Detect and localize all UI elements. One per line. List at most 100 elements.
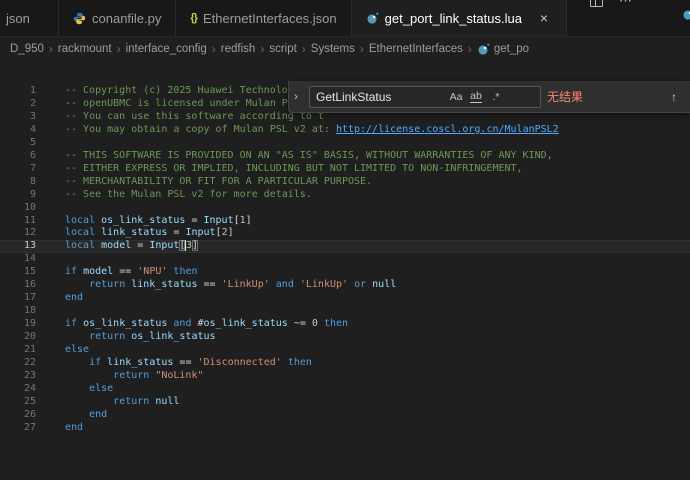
regex-icon[interactable]: .* — [486, 88, 506, 106]
line-content: -- You may obtain a copy of Mulan PSL v2… — [36, 124, 559, 137]
line-content: return link_status == 'LinkUp' and 'Link… — [36, 279, 396, 292]
breadcrumb-item-get_po[interactable]: get_po — [477, 43, 529, 56]
breadcrumb-item-label: rackmount — [58, 43, 112, 55]
code-line[interactable]: 24 else — [0, 383, 690, 396]
code-line[interactable]: 14 — [0, 253, 690, 266]
breadcrumb-item-Systems[interactable]: Systems — [311, 43, 355, 55]
code-line[interactable]: 17end — [0, 292, 690, 305]
tab-EthernetInterfaces.json[interactable]: {}EthernetInterfaces.json — [176, 0, 351, 36]
match-case-icon[interactable]: Aa — [446, 88, 466, 106]
code-line[interactable]: 6-- THIS SOFTWARE IS PROVIDED ON AN "AS … — [0, 150, 690, 163]
breadcrumb-item-interface_config[interactable]: interface_config — [126, 43, 207, 55]
editor-actions: ⋯ — [590, 0, 632, 8]
tab-label: get_port_link_status.lua — [385, 11, 522, 26]
lua-icon — [682, 8, 690, 21]
code-line[interactable]: 8-- MERCHANTABILITY OR FIT FOR A PARTICU… — [0, 176, 690, 189]
line-number: 22 — [0, 357, 36, 370]
line-number: 7 — [0, 163, 36, 176]
code-line[interactable]: 15if model == 'NPU' then — [0, 266, 690, 279]
python-icon — [73, 12, 86, 25]
code-line[interactable]: 27end — [0, 422, 690, 435]
line-number: 9 — [0, 189, 36, 202]
overflow-tab-lua-icon[interactable] — [682, 8, 690, 28]
line-number: 2 — [0, 98, 36, 111]
line-content: return os_link_status — [36, 331, 216, 344]
line-content: if os_link_status and #os_link_status ~=… — [36, 318, 348, 331]
line-content: -- THIS SOFTWARE IS PROVIDED ON AN "AS I… — [36, 150, 553, 163]
line-content: if link_status == 'Disconnected' then — [36, 357, 312, 370]
breadcrumb-item-label: D_950 — [10, 43, 44, 55]
code-line[interactable]: 22 if link_status == 'Disconnected' then — [0, 357, 690, 370]
line-number: 13 — [0, 240, 36, 253]
tab-conanfile.py[interactable]: conanfile.py — [59, 0, 176, 36]
line-content — [36, 305, 65, 318]
line-content: local link_status = Input[2] — [36, 227, 234, 240]
more-actions-icon[interactable]: ⋯ — [619, 0, 632, 5]
line-content: -- See the Mulan PSL v2 for more details… — [36, 189, 312, 202]
line-content: return "NoLink" — [36, 370, 204, 383]
code-line[interactable]: 16 return link_status == 'LinkUp' and 'L… — [0, 279, 690, 292]
lua-icon — [477, 43, 490, 56]
breadcrumb-separator: › — [47, 42, 55, 56]
breadcrumb-separator: › — [210, 42, 218, 56]
breadcrumb-item-label: script — [269, 43, 296, 55]
code-line[interactable]: 5 — [0, 137, 690, 150]
line-content — [36, 137, 65, 150]
code-line[interactable]: 10 — [0, 202, 690, 215]
lua-icon — [366, 12, 379, 25]
close-tab-icon[interactable]: × — [536, 10, 552, 26]
line-content: else — [36, 383, 113, 396]
line-number: 15 — [0, 266, 36, 279]
code-line[interactable]: 25 return null — [0, 396, 690, 409]
code-line[interactable]: 23 return "NoLink" — [0, 370, 690, 383]
line-content — [36, 202, 65, 215]
code-line[interactable]: 4-- You may obtain a copy of Mulan PSL v… — [0, 124, 690, 137]
code-line[interactable]: 20 return os_link_status — [0, 331, 690, 344]
line-content: -- EITHER EXPRESS OR IMPLIED, INCLUDING … — [36, 163, 523, 176]
line-content: else — [36, 344, 89, 357]
code-line[interactable]: 7-- EITHER EXPRESS OR IMPLIED, INCLUDING… — [0, 163, 690, 176]
line-content — [36, 253, 65, 266]
line-number: 18 — [0, 305, 36, 318]
tab-json[interactable]: json — [0, 0, 59, 36]
line-number: 19 — [0, 318, 36, 331]
breadcrumb-item-script[interactable]: script — [269, 43, 296, 55]
code-line[interactable]: 21else — [0, 344, 690, 357]
tab-label: json — [6, 11, 30, 26]
code-line[interactable]: 9-- See the Mulan PSL v2 for more detail… — [0, 189, 690, 202]
line-content: local model = Input[3] — [36, 240, 198, 253]
line-number: 12 — [0, 227, 36, 240]
breadcrumb-separator: › — [466, 42, 474, 56]
line-number: 4 — [0, 124, 36, 137]
line-number: 17 — [0, 292, 36, 305]
toggle-replace-icon[interactable]: › — [289, 81, 303, 112]
line-number: 11 — [0, 215, 36, 228]
code-line[interactable]: 13local model = Input[3] — [0, 240, 690, 253]
whole-word-icon[interactable]: ab — [466, 88, 486, 106]
breadcrumb-item-label: EthernetInterfaces — [369, 43, 463, 55]
breadcrumb: D_950›rackmount›interface_config›redfish… — [0, 37, 690, 61]
tab-label: EthernetInterfaces.json — [203, 11, 337, 26]
split-editor-icon[interactable] — [590, 0, 603, 7]
line-number: 8 — [0, 176, 36, 189]
breadcrumb-item-rackmount[interactable]: rackmount — [58, 43, 112, 55]
code-line[interactable]: 12local link_status = Input[2] — [0, 227, 690, 240]
tab-get_port_link_status.lua[interactable]: get_port_link_status.lua × — [352, 0, 567, 36]
breadcrumb-separator: › — [358, 42, 366, 56]
line-number: 20 — [0, 331, 36, 344]
code-line[interactable]: 26 end — [0, 409, 690, 422]
breadcrumb-item-label: Systems — [311, 43, 355, 55]
code-line[interactable]: 11local os_link_status = Input[1] — [0, 215, 690, 228]
code-editor[interactable]: › Aa ab .* 无结果 ↑ 1-- Copyright (c) 2025 … — [0, 61, 690, 480]
previous-match-icon[interactable]: ↑ — [664, 87, 684, 107]
find-input[interactable] — [316, 90, 446, 104]
code-line[interactable]: 18 — [0, 305, 690, 318]
line-content: end — [36, 422, 83, 435]
breadcrumb-item-D_950[interactable]: D_950 — [10, 43, 44, 55]
line-content: -- MERCHANTABILITY OR FIT FOR A PARTICUL… — [36, 176, 372, 189]
breadcrumb-item-EthernetInterfaces[interactable]: EthernetInterfaces — [369, 43, 463, 55]
breadcrumb-item-redfish[interactable]: redfish — [221, 43, 256, 55]
breadcrumb-separator: › — [115, 42, 123, 56]
code-line[interactable]: 19if os_link_status and #os_link_status … — [0, 318, 690, 331]
line-number: 26 — [0, 409, 36, 422]
